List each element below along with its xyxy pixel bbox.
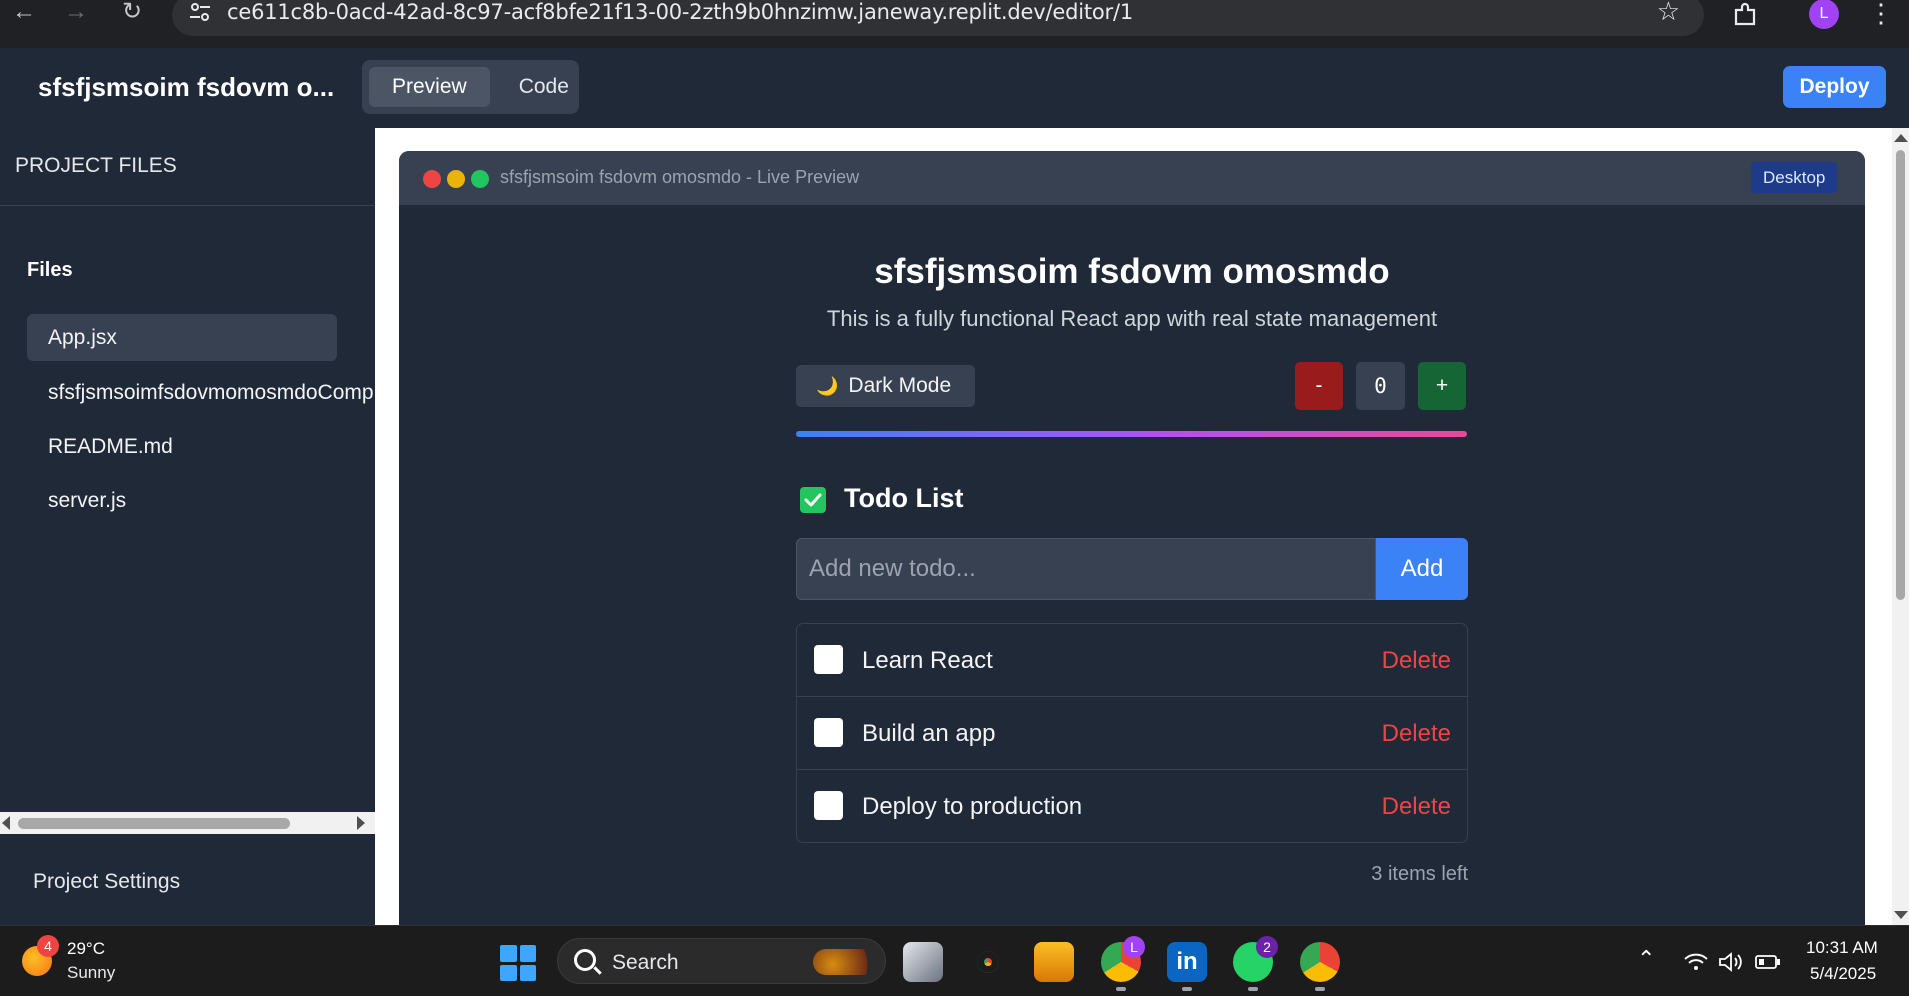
site-info-icon[interactable] [188, 0, 212, 24]
preview-pane: sfsfjsmsoim fsdovm omosmdo - Live Previe… [375, 128, 1909, 925]
project-files-heading: PROJECT FILES [15, 154, 177, 177]
browser-toolbar: ← → ↻ ce611c8b-0acd-42ad-8c97-acf8bfe21f… [0, 0, 1909, 48]
items-left-count: 3 items left [1371, 863, 1468, 885]
todo-text: Learn React [862, 647, 993, 674]
scrollbar-thumb[interactable] [18, 818, 290, 829]
scroll-right-arrow-icon[interactable] [357, 816, 365, 830]
demo-app-title: sfsfjsmsoim fsdovm omosmdo [874, 252, 1390, 291]
demo-app-subtitle: This is a fully functional React app wit… [826, 306, 1438, 331]
dark-mode-button[interactable]: 🌙 Dark Mode [796, 365, 975, 407]
todo-list-heading: Todo List [844, 483, 964, 513]
weather-temperature[interactable]: 29°C [67, 939, 105, 959]
wifi-icon[interactable] [1683, 952, 1709, 972]
deploy-button[interactable]: Deploy [1783, 66, 1886, 108]
file-item-component[interactable]: sfsfjsmsoimfsdovmomosmdoComp [27, 369, 375, 416]
chevron-up-icon[interactable]: ⌃ [1637, 946, 1655, 972]
weather-badge: 4 [37, 935, 59, 957]
todo-checkbox[interactable] [814, 645, 843, 674]
project-sidebar: PROJECT FILES Files App.jsx sfsfjsmsoimf… [0, 128, 375, 925]
profile-avatar[interactable]: L [1809, 0, 1839, 29]
browser-menu-icon[interactable]: ⋮ [1868, 0, 1894, 29]
running-indicator [1248, 987, 1258, 991]
preview-window-title: sfsfjsmsoim fsdovm omosmdo - Live Previe… [500, 167, 860, 187]
yellow-dot-icon [447, 170, 465, 188]
weather-condition[interactable]: Sunny [67, 963, 115, 983]
increment-button[interactable]: + [1418, 362, 1466, 410]
delete-todo-button[interactable]: Delete [1382, 793, 1451, 821]
live-preview-window: sfsfjsmsoim fsdovm omosmdo - Live Previe… [399, 151, 1865, 925]
todo-item: Learn React Delete [797, 624, 1467, 697]
preview-window-bar: sfsfjsmsoim fsdovm omosmdo - Live Previe… [399, 151, 1865, 205]
volume-icon[interactable] [1718, 952, 1744, 972]
file-item-server-js[interactable]: server.js [27, 477, 337, 524]
running-indicator [1116, 987, 1126, 991]
files-heading: Files [27, 259, 73, 281]
todo-checkbox[interactable] [814, 791, 843, 820]
todo-item: Deploy to production Delete [797, 770, 1467, 842]
todo-item: Build an app Delete [797, 697, 1467, 770]
green-dot-icon [471, 170, 489, 188]
address-bar[interactable]: ce611c8b-0acd-42ad-8c97-acf8bfe21f13-00-… [172, 0, 1704, 36]
scroll-left-arrow-icon[interactable] [2, 816, 10, 830]
scroll-up-arrow-icon[interactable] [1894, 134, 1908, 142]
todo-text: Deploy to production [862, 793, 1083, 820]
checkbox-checked-icon [800, 487, 826, 513]
add-todo-button[interactable]: Add [1376, 538, 1468, 600]
linkedin-icon[interactable]: in [1167, 942, 1207, 982]
back-arrow-icon[interactable]: ← [10, 0, 38, 26]
project-settings-link[interactable]: Project Settings [33, 870, 180, 894]
scrollbar-thumb[interactable] [1896, 150, 1905, 600]
project-title: sfsfjsmsoim fsdovm o... [38, 72, 335, 102]
search-label: Search [612, 951, 679, 974]
extensions-icon[interactable] [1730, 0, 1760, 30]
view-tabs: Preview Code [362, 60, 579, 114]
chrome-profile-badge: L [1123, 936, 1145, 958]
chrome-replit-icon[interactable] [1300, 942, 1340, 982]
file-item-app-jsx[interactable]: App.jsx [27, 314, 337, 361]
delete-todo-button[interactable]: Delete [1382, 647, 1451, 675]
search-highlight-icon [813, 949, 879, 975]
bookmark-star-icon[interactable]: ☆ [1657, 0, 1680, 27]
battery-icon[interactable] [1755, 954, 1781, 970]
sidebar-horizontal-scrollbar[interactable] [0, 812, 375, 834]
forward-arrow-icon[interactable]: → [62, 0, 90, 26]
device-badge[interactable]: Desktop [1751, 162, 1838, 193]
clock-time[interactable]: 10:31 AM [1806, 938, 1878, 958]
todo-checkbox[interactable] [814, 718, 843, 747]
tab-preview[interactable]: Preview [369, 67, 490, 107]
task-view-icon[interactable] [903, 942, 943, 982]
scroll-down-arrow-icon[interactable] [1894, 911, 1908, 919]
clock-date[interactable]: 5/4/2025 [1810, 964, 1876, 984]
decrement-button[interactable]: - [1295, 362, 1343, 410]
tab-code[interactable]: Code [496, 67, 592, 107]
dark-mode-label: Dark Mode [848, 374, 952, 397]
app-header: sfsfjsmsoim fsdovm o... Preview Code Dep… [0, 48, 1909, 128]
search-icon [574, 949, 596, 971]
divider [0, 205, 375, 206]
whatsapp-badge: 2 [1256, 936, 1278, 958]
reload-icon[interactable]: ↻ [118, 0, 146, 26]
chrome-icon[interactable] [968, 942, 1008, 982]
delete-todo-button[interactable]: Delete [1382, 720, 1451, 748]
taskbar-search[interactable]: Search [557, 938, 886, 984]
gradient-divider [796, 431, 1467, 437]
url-text[interactable]: ce611c8b-0acd-42ad-8c97-acf8bfe21f13-00-… [227, 0, 1133, 30]
red-dot-icon [423, 170, 441, 188]
new-todo-input[interactable] [796, 538, 1376, 600]
todo-list: Learn React Delete Build an app Delete D… [796, 623, 1468, 843]
preview-vertical-scrollbar[interactable] [1892, 128, 1909, 925]
todo-text: Build an app [862, 720, 996, 747]
moon-icon: 🌙 [816, 376, 839, 396]
file-explorer-icon[interactable] [1034, 942, 1074, 982]
os-taskbar: 4 29°C Sunny Search L in 2 ⌃ 10:31 AM 5/… [0, 925, 1909, 996]
windows-start-icon[interactable] [500, 945, 536, 981]
running-indicator [1315, 987, 1325, 991]
file-item-readme[interactable]: README.md [27, 423, 337, 470]
counter-value: 0 [1356, 362, 1405, 410]
running-indicator [1182, 987, 1192, 991]
